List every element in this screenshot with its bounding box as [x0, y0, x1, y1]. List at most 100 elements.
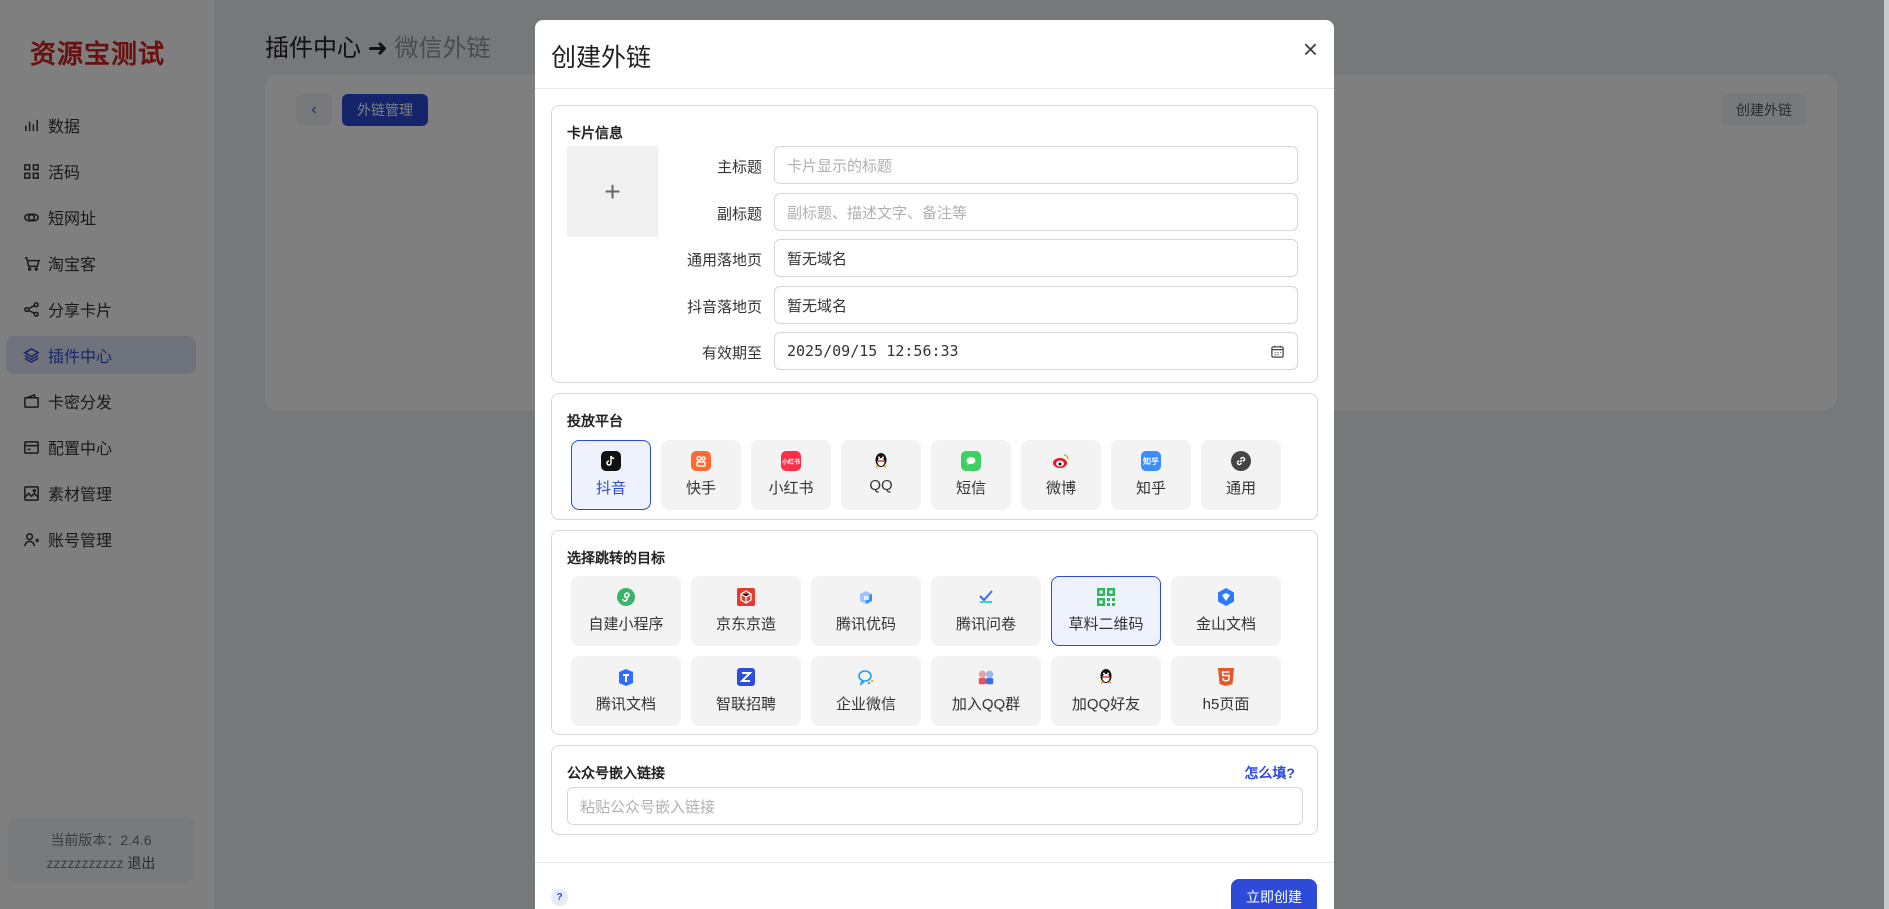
target-label: 金山文档	[1195, 616, 1256, 633]
tencent-docs-icon	[616, 667, 636, 687]
target-caoliao-qrcode[interactable]: 草料二维码	[1051, 576, 1161, 646]
target-options: 自建小程序 京东京造 腾讯优码 腾讯问卷 草料二维码 金山文档 腾讯文档 智联招…	[571, 576, 1311, 736]
qq-group-icon	[976, 667, 996, 687]
modal-title: 创建外链	[551, 44, 652, 72]
expiry-value: 2025/09/15 12:56:33	[787, 342, 959, 360]
target-tencent-docs[interactable]: 腾讯文档	[571, 656, 681, 726]
platform-general[interactable]: 通用	[1201, 440, 1281, 510]
xiaohongshu-icon: 小红书	[781, 451, 801, 471]
section-title: 公众号嵌入链接	[567, 765, 665, 781]
platform-weibo[interactable]: 微博	[1021, 440, 1101, 510]
target-jd[interactable]: 京东京造	[691, 576, 801, 646]
platform-qq[interactable]: QQ	[841, 440, 921, 510]
divider	[535, 862, 1334, 863]
divider	[535, 88, 1334, 89]
miniprogram-icon	[616, 587, 636, 607]
card-info-section: 卡片信息 + 主标题 卡片显示的标题 副标题 副标题、描述文字、备注等 通用落地…	[551, 105, 1318, 383]
sms-icon	[961, 451, 981, 471]
douyin-landing-row: 抖音落地页 暂无域名	[672, 286, 1304, 324]
platform-zhihu[interactable]: 知乎 知乎	[1111, 440, 1191, 510]
main-title-row: 主标题 卡片显示的标题	[672, 146, 1304, 184]
platform-section: 投放平台 抖音 快手 小红书 小红书 QQ 短信 微博 知乎 知乎 通用	[551, 393, 1318, 520]
common-landing-select[interactable]: 暂无域名	[774, 239, 1298, 277]
target-qq-friend[interactable]: 加QQ好友	[1051, 656, 1161, 726]
subtitle-row: 副标题 副标题、描述文字、备注等	[672, 193, 1304, 231]
target-h5-page[interactable]: h5页面	[1171, 656, 1281, 726]
calendar-icon[interactable]	[1270, 344, 1285, 359]
target-section: 选择跳转的目标 自建小程序 京东京造 腾讯优码 腾讯问卷 草料二维码 金山文档 …	[551, 530, 1318, 735]
target-row: 自建小程序 京东京造 腾讯优码 腾讯问卷 草料二维码 金山文档	[571, 576, 1311, 646]
target-label: 企业微信	[835, 696, 896, 713]
qrcode-icon	[1096, 587, 1116, 607]
wecom-icon	[856, 667, 876, 687]
platform-label: 微博	[1045, 480, 1076, 497]
target-label: 腾讯优码	[835, 616, 896, 633]
platform-label: QQ	[869, 477, 893, 494]
douyin-landing-select[interactable]: 暂无域名	[774, 286, 1298, 324]
section-title: 选择跳转的目标	[567, 550, 665, 566]
main-title-input[interactable]: 卡片显示的标题	[774, 146, 1298, 184]
platform-sms[interactable]: 短信	[931, 440, 1011, 510]
target-label: 自建小程序	[588, 616, 664, 633]
subtitle-input[interactable]: 副标题、描述文字、备注等	[774, 193, 1298, 231]
target-label: h5页面	[1202, 696, 1250, 713]
platform-xiaohongshu[interactable]: 小红书 小红书	[751, 440, 831, 510]
expiry-datetime-input[interactable]: 2025/09/15 12:56:33	[774, 332, 1298, 370]
html5-icon	[1216, 667, 1236, 687]
field-label: 主标题	[716, 159, 762, 176]
target-label: 加入QQ群	[951, 696, 1021, 713]
kdocs-icon	[1216, 587, 1236, 607]
tencent-survey-icon	[976, 587, 996, 607]
target-tencent-survey[interactable]: 腾讯问卷	[931, 576, 1041, 646]
close-icon[interactable]: ×	[1303, 36, 1318, 62]
target-qq-group[interactable]: 加入QQ群	[931, 656, 1041, 726]
field-label: 副标题	[716, 206, 762, 223]
embed-link-input[interactable]: 粘贴公众号嵌入链接	[567, 787, 1303, 825]
field-label: 有效期至	[701, 345, 762, 362]
zhaopin-icon	[736, 667, 756, 687]
platform-label: 知乎	[1135, 480, 1166, 497]
field-label: 抖音落地页	[686, 299, 762, 316]
qq-friend-icon	[1096, 667, 1116, 687]
target-label: 草料二维码	[1068, 616, 1144, 633]
scrollbar[interactable]	[1884, 0, 1889, 909]
platform-label: 小红书	[768, 480, 814, 497]
platform-kuaishou[interactable]: 快手	[661, 440, 741, 510]
platform-label: 抖音	[595, 480, 626, 497]
expiry-row: 有效期至 2025/09/15 12:56:33	[672, 332, 1304, 370]
how-to-fill-link[interactable]: 怎么填?	[1244, 763, 1295, 783]
embed-link-section: 公众号嵌入链接 怎么填? 粘贴公众号嵌入链接	[551, 745, 1318, 835]
target-row: 腾讯文档 智联招聘 企业微信 加入QQ群 加QQ好友 h5页面	[571, 656, 1311, 726]
weibo-icon	[1051, 451, 1071, 471]
section-title: 投放平台	[567, 413, 623, 429]
create-link-modal: 创建外链 × 卡片信息 + 主标题 卡片显示的标题 副标题 副标题、描述文字、备…	[535, 20, 1334, 909]
link-icon	[1231, 451, 1251, 471]
platform-options: 抖音 快手 小红书 小红书 QQ 短信 微博 知乎 知乎 通用	[571, 440, 1291, 510]
platform-label: 通用	[1225, 480, 1256, 497]
platform-douyin[interactable]: 抖音	[571, 440, 651, 510]
kuaishou-icon	[691, 451, 711, 471]
target-label: 加QQ好友	[1071, 696, 1141, 713]
target-wecom[interactable]: 企业微信	[811, 656, 921, 726]
target-label: 智联招聘	[715, 696, 776, 713]
qq-icon	[871, 451, 891, 471]
target-miniprogram[interactable]: 自建小程序	[571, 576, 681, 646]
jd-icon	[736, 587, 756, 607]
douyin-icon	[601, 451, 621, 471]
image-upload[interactable]: +	[567, 146, 658, 237]
platform-label: 快手	[685, 480, 716, 497]
section-title: 卡片信息	[567, 125, 623, 141]
field-label: 通用落地页	[686, 252, 762, 269]
target-zhaopin[interactable]: 智联招聘	[691, 656, 801, 726]
tencent-youma-icon	[856, 587, 876, 607]
submit-button[interactable]: 立即创建	[1231, 879, 1317, 909]
help-icon[interactable]: ?	[551, 889, 568, 906]
target-kdocs[interactable]: 金山文档	[1171, 576, 1281, 646]
common-landing-row: 通用落地页 暂无域名	[672, 239, 1304, 277]
zhihu-icon: 知乎	[1141, 451, 1161, 471]
target-tencent-youma[interactable]: 腾讯优码	[811, 576, 921, 646]
target-label: 京东京造	[715, 616, 776, 633]
target-label: 腾讯问卷	[955, 616, 1016, 633]
platform-label: 短信	[955, 480, 986, 497]
target-label: 腾讯文档	[595, 696, 656, 713]
